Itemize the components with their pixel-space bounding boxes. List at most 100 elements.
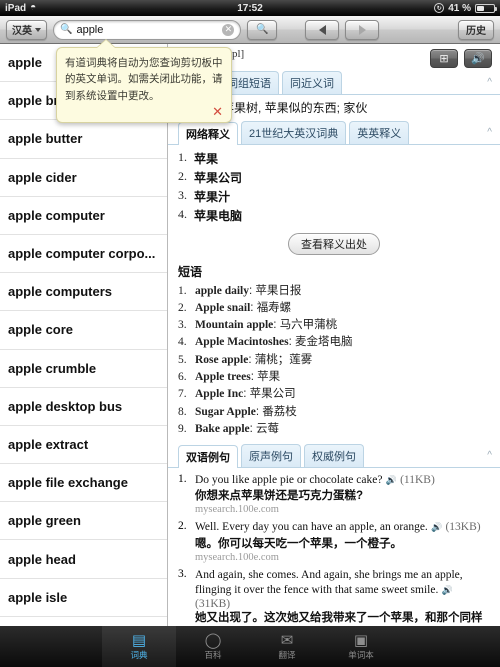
back-arrow-icon	[318, 24, 326, 35]
list-item[interactable]: 5. Rose apple: 蒲桃；莲雾	[178, 351, 490, 368]
list-item[interactable]: 3. Mountain apple: 马六甲蒲桃	[178, 317, 490, 334]
item-number: 7.	[178, 388, 187, 401]
phrase-en: Mountain apple	[195, 319, 274, 332]
list-item[interactable]: 4. Apple Macintoshes: 麦金塔电脑	[178, 334, 490, 351]
header-actions: ⊞ 🔊	[430, 48, 492, 68]
clear-icon[interactable]: ✕	[222, 23, 235, 36]
list-item[interactable]: apple computers	[0, 273, 167, 312]
wordbook-icon: ▣	[353, 631, 369, 649]
tab-dictionary[interactable]: ▤ 词典	[102, 626, 176, 667]
phrase-en: Apple Inc	[195, 388, 244, 401]
speaker-icon: 🔊	[471, 53, 485, 65]
list-item[interactable]: apple butter	[0, 120, 167, 159]
list-item[interactable]: apple isle	[0, 579, 167, 617]
speaker-icon[interactable]: 🔊	[386, 475, 397, 485]
list-item[interactable]: apple computer	[0, 197, 167, 235]
speak-button[interactable]: 🔊	[464, 49, 492, 68]
example-size: (31KB)	[195, 598, 231, 611]
phrase-en: Bake apple	[195, 423, 250, 436]
phrase-section-title: 短语	[178, 265, 203, 279]
history-button[interactable]: 历史	[458, 19, 494, 40]
list-item[interactable]: apple crumble	[0, 350, 167, 388]
chevron-up-icon[interactable]: ^	[487, 450, 492, 461]
list-item[interactable]: 9. Bake apple: 云莓	[178, 421, 490, 438]
list-item[interactable]: apple extract	[0, 426, 167, 465]
list-item: 3. 苹果汁	[178, 187, 490, 206]
tab-authoritative-examples[interactable]: 权威例句	[304, 443, 364, 467]
item-number: 5.	[178, 353, 187, 366]
tab-wordbook[interactable]: ▣ 单词本	[324, 626, 398, 667]
example-tabs: 双语例句 原声例句 权威例句 ^	[168, 443, 500, 468]
list-item[interactable]: apple cider	[0, 159, 167, 197]
add-to-wordbook-button[interactable]: ⊞	[430, 49, 458, 68]
list-item[interactable]: 7. Apple Inc: 苹果公司	[178, 386, 490, 403]
back-button[interactable]	[305, 19, 340, 40]
tab-21st-century-dict[interactable]: 21世纪大英汉词典	[241, 121, 347, 144]
tab-bilingual-examples[interactable]: 双语例句	[178, 444, 238, 468]
phrase-list: 1. apple daily: 苹果日报 2. Apple snail: 福寿螺 3…	[168, 282, 500, 438]
list-item[interactable]: 6. Apple trees: 苹果	[178, 369, 490, 386]
tab-encyclopedia[interactable]: ◯ 百科	[176, 626, 250, 667]
chevron-up-icon[interactable]: ^	[487, 77, 492, 88]
meaning-tabs: 网络释义 21世纪大英汉词典 英英释义 ^	[168, 121, 500, 145]
web-meaning-text: 苹果汁	[194, 190, 231, 204]
list-item: 1. Do you like apple pie or chocolate ca…	[178, 471, 490, 518]
tab-label: 翻译	[278, 649, 296, 660]
example-cn: 嗯。你可以每天吃一个苹果，一个橙子。	[195, 537, 402, 550]
list-item[interactable]: apple core	[0, 311, 167, 350]
web-meanings-section: 1. 苹果 2. 苹果公司 3. 苹果汁 4. 苹果电脑	[168, 145, 500, 225]
view-source-button[interactable]: 查看释义出处	[288, 233, 380, 255]
speaker-icon[interactable]: 🔊	[431, 522, 442, 532]
item-number: 4.	[178, 207, 187, 221]
tab-english-english[interactable]: 英英释义	[349, 121, 410, 144]
list-item[interactable]: apple file exchange	[0, 464, 167, 503]
language-label: 汉英	[12, 26, 32, 37]
suggestion-list[interactable]: apple apple brandy apple butter apple ci…	[0, 44, 168, 626]
source-button-wrap: 查看释义出处	[168, 225, 500, 261]
list-item[interactable]: apple computer corpo...	[0, 235, 167, 274]
list-item: 4. 苹果电脑	[178, 206, 490, 225]
language-dropdown[interactable]: 汉英	[6, 19, 47, 40]
list-item[interactable]: apple head	[0, 540, 167, 579]
tab-web-meaning[interactable]: 网络释义	[178, 122, 238, 145]
clipboard-tooltip: 有道词典将自动为您查询剪切板中的英文单词。如需关闭此功能，请到系统设置中更改。 …	[56, 39, 232, 123]
example-en: Well. Every day you can have an apple, a…	[195, 521, 428, 534]
list-item[interactable]: apple jelly	[0, 617, 167, 626]
search-field[interactable]: 🔍 ✕	[53, 19, 242, 40]
close-icon[interactable]: ✕	[65, 104, 223, 118]
example-cn: 你想来点苹果饼还是巧克力蛋糕?	[195, 490, 364, 503]
tab-label: 单词本	[348, 649, 374, 660]
search-input[interactable]	[76, 23, 219, 36]
item-number: 1.	[178, 284, 187, 297]
list-item[interactable]: 2. Apple snail: 福寿螺	[178, 299, 490, 316]
item-number: 3.	[178, 567, 187, 580]
example-source: mysearch.100e.com	[195, 504, 279, 516]
web-meaning-text: 苹果公司	[194, 171, 243, 185]
chevron-up-icon[interactable]: ^	[487, 127, 492, 138]
tab-translate[interactable]: ✉ 翻译	[250, 626, 324, 667]
list-item[interactable]: apple desktop bus	[0, 388, 167, 426]
item-number: 9.	[178, 423, 187, 436]
forward-button[interactable]	[345, 19, 380, 40]
history-label: 历史	[466, 26, 486, 37]
list-item[interactable]: 1. apple daily: 苹果日报	[178, 282, 490, 299]
dictionary-icon: ▤	[131, 631, 147, 649]
list-item: 3. And again, she comes. And again, she …	[178, 566, 490, 626]
tab-audio-examples[interactable]: 原声例句	[241, 443, 301, 467]
search-button[interactable]: 🔍	[247, 19, 278, 40]
phrase-en: Apple snail	[195, 301, 251, 314]
phrase-cn: 马六甲蒲桃	[279, 319, 338, 332]
list-item[interactable]: apple green	[0, 502, 167, 541]
phrase-cn: 麦金塔电脑	[295, 336, 353, 349]
phrase-cn: 蒲桃；莲雾	[254, 353, 313, 366]
list-item[interactable]: 8. Sugar Apple: 番荔枝	[178, 403, 490, 420]
web-meaning-list: 1. 苹果 2. 苹果公司 3. 苹果汁 4. 苹果电脑	[178, 149, 490, 225]
example-list: 1. Do you like apple pie or chocolate ca…	[168, 468, 500, 626]
bottom-tab-bar: ▤ 词典 ◯ 百科 ✉ 翻译 ▣ 单词本	[0, 626, 500, 667]
item-number: 2.	[178, 301, 187, 314]
web-meaning-text: 苹果电脑	[194, 209, 243, 223]
tooltip-text: 有道词典将自动为您查询剪切板中的英文单词。如需关闭此功能，请到系统设置中更改。	[65, 57, 223, 102]
list-item: 1. 苹果	[178, 149, 490, 168]
tab-synonyms[interactable]: 同近义词	[282, 71, 342, 94]
speaker-icon[interactable]: 🔊	[442, 585, 453, 595]
